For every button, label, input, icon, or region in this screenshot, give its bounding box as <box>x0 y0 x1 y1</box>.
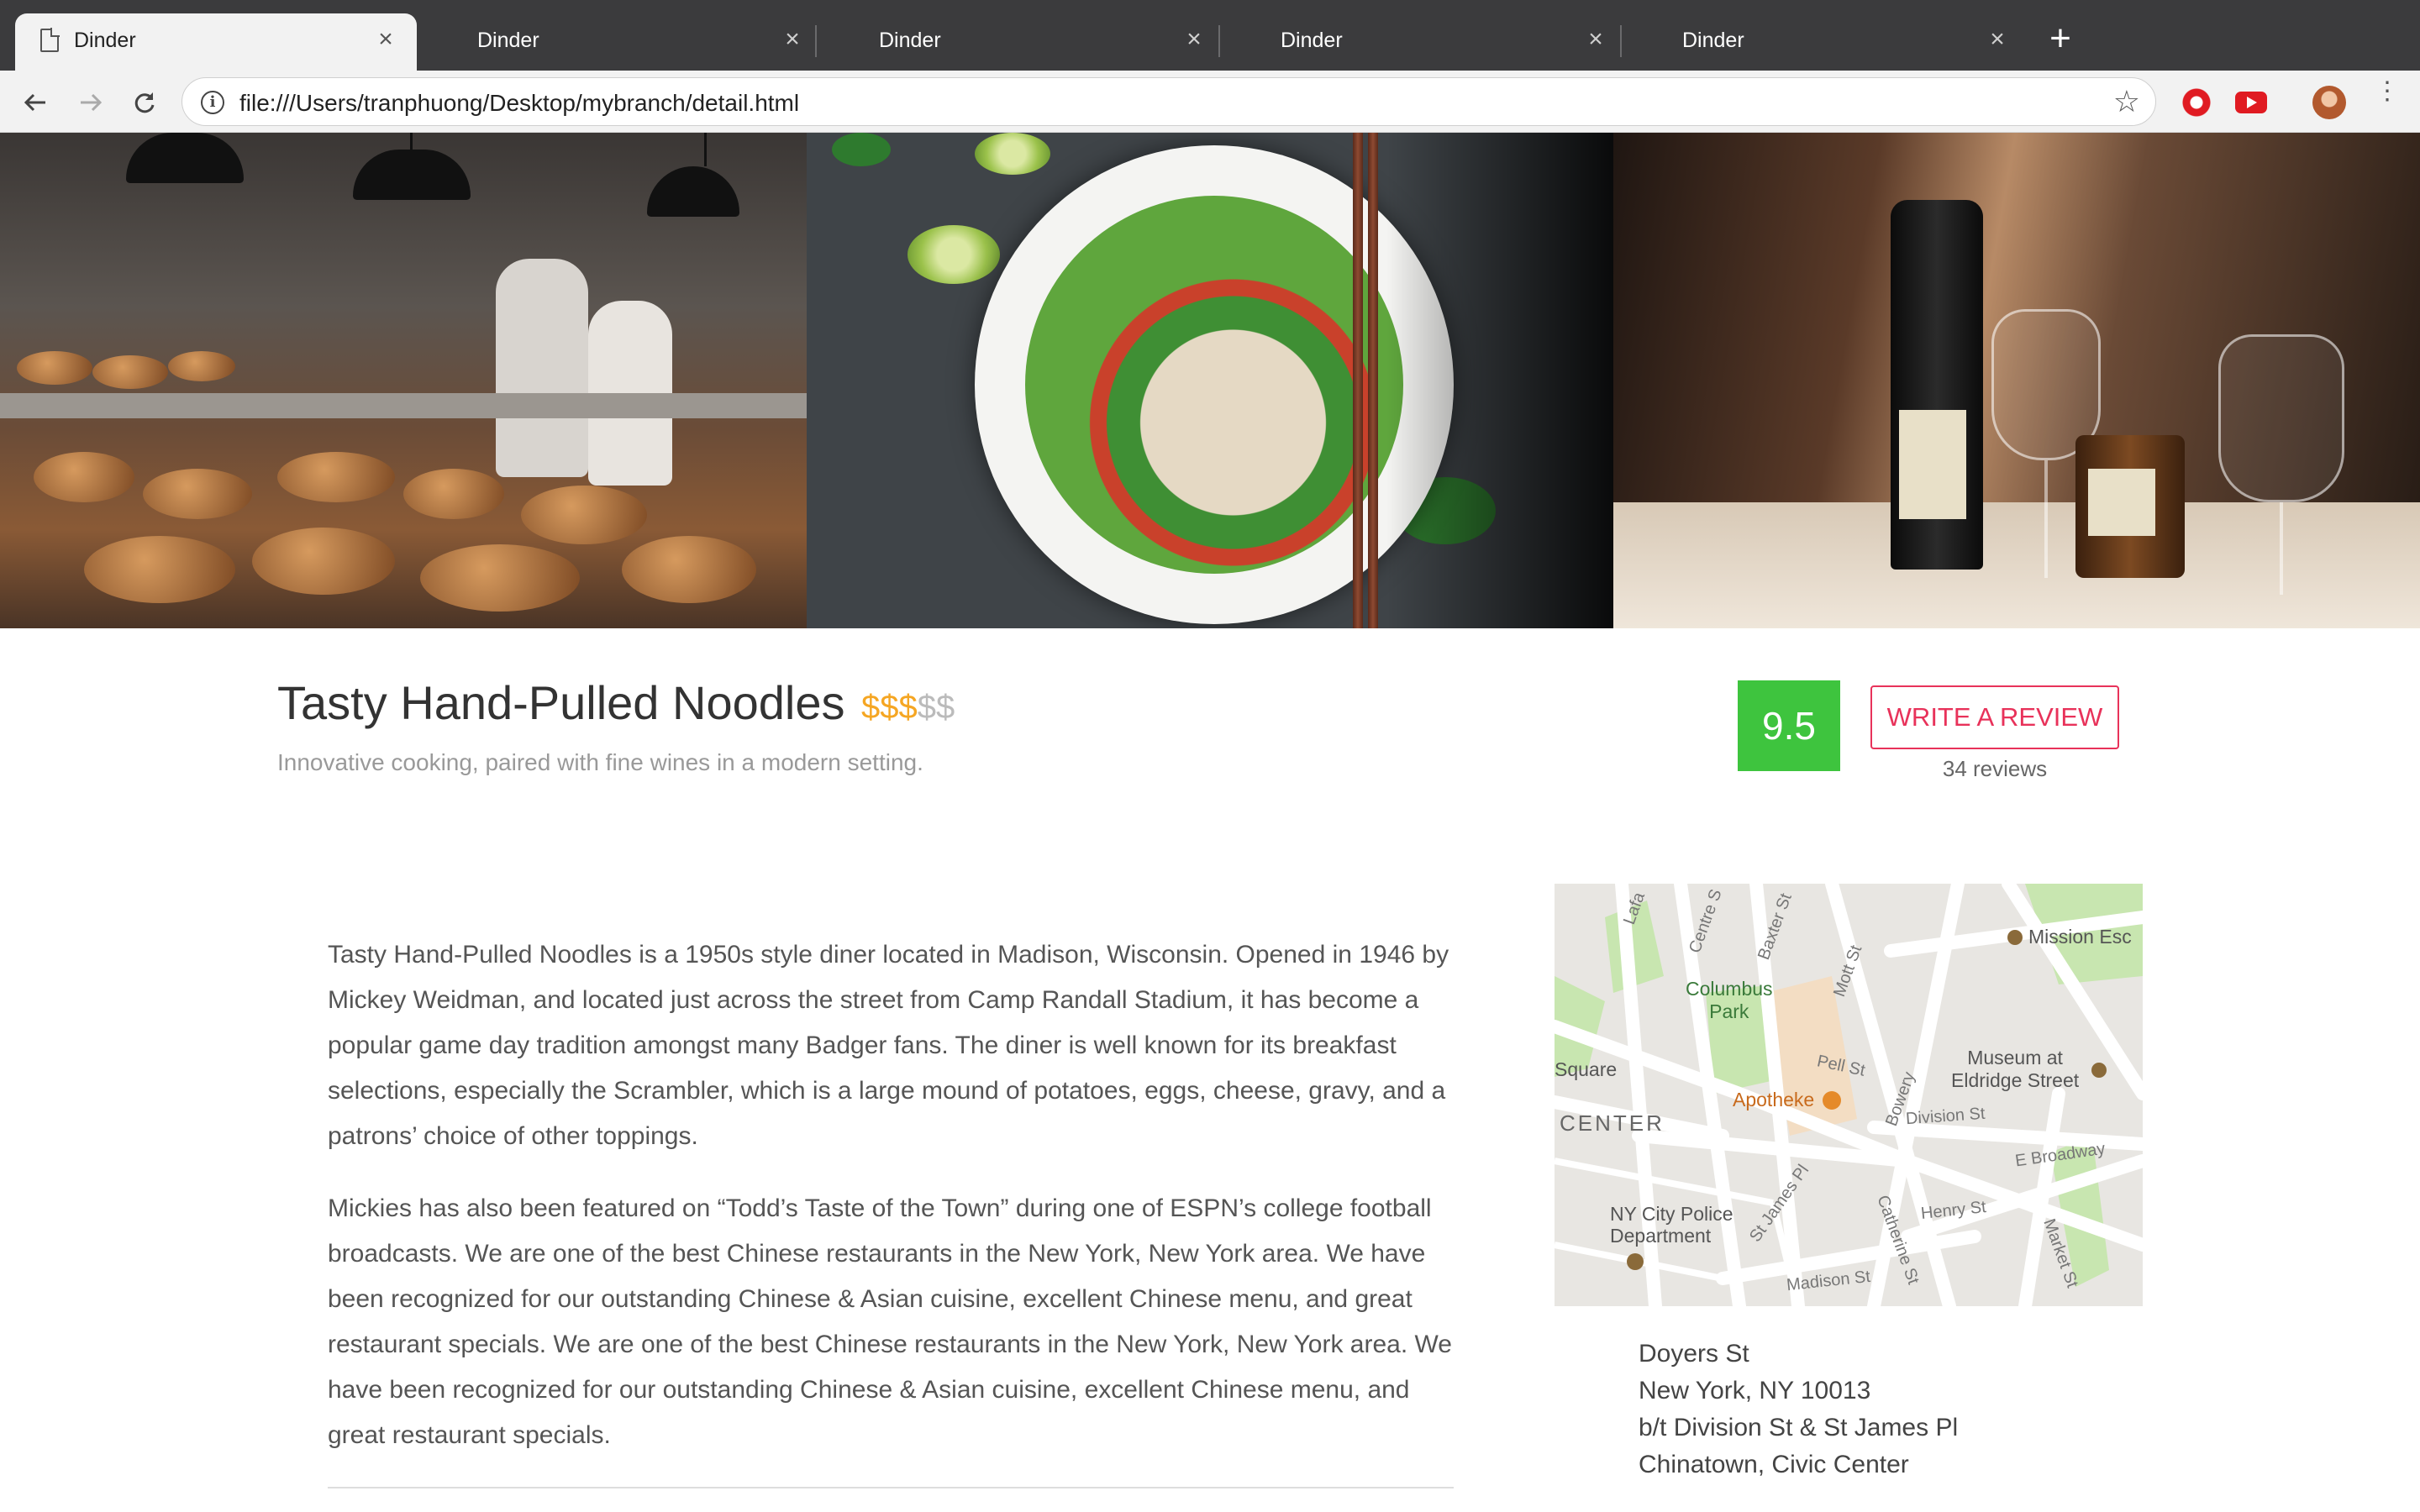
map-label: Apotheke <box>1733 1089 1815 1110</box>
description-paragraph: Tasty Hand-Pulled Noodles is a 1950s sty… <box>328 941 1449 1150</box>
bakery-photo <box>0 133 807 628</box>
address-line: b/t Division St & St James Pl <box>1639 1414 1959 1441</box>
tab-close-icon[interactable]: × <box>1983 25 2012 54</box>
noodle-plate <box>975 145 1454 624</box>
carousel-dot[interactable] <box>1188 721 1201 733</box>
page-icon <box>40 28 60 52</box>
tab-5[interactable]: Dinder × <box>1634 13 2028 71</box>
map-label: Museum at Eldridge Street <box>1951 1047 2080 1091</box>
location-map[interactable]: Lafa Centre S Baxter St Mott St Mission … <box>1555 884 2143 1306</box>
tab-separator <box>815 25 817 57</box>
tab-title: Dinder <box>1682 29 1744 52</box>
description-paragraph: Mickies has also been featured on “Todd’… <box>328 1194 1452 1449</box>
youtube-icon[interactable] <box>2235 92 2267 113</box>
map-label: Columbus Park <box>1686 978 1773 1022</box>
address-line: Doyers St <box>1639 1340 1749 1368</box>
divider <box>328 1487 1454 1488</box>
tab-separator <box>1218 25 1220 57</box>
tab-title: Dinder <box>477 29 539 52</box>
address-block: Doyers St New York, NY 10013 b/t Divisio… <box>1639 1336 1958 1483</box>
tab-4[interactable]: Dinder × <box>1232 13 1627 71</box>
new-tab-button[interactable]: + <box>2044 20 2077 57</box>
reload-button[interactable] <box>126 84 163 121</box>
info-icon[interactable]: i <box>201 91 224 114</box>
hero-carousel <box>0 133 2420 733</box>
reload-icon <box>134 92 155 113</box>
tab-title: Dinder <box>879 29 941 52</box>
tab-close-icon[interactable]: × <box>778 25 807 54</box>
carousel-dot[interactable] <box>1213 721 1225 733</box>
carousel-dots <box>1188 721 1225 733</box>
write-review-button[interactable]: WRITE A REVIEW <box>1870 685 2119 749</box>
bookmark-star-icon[interactable]: ☆ <box>2113 85 2140 118</box>
forward-arrow-icon <box>81 93 103 112</box>
browser-toolbar: i file:///Users/tranphuong/Desktop/mybra… <box>0 71 2420 133</box>
price-active: $$$ <box>861 689 918 726</box>
map-label: NY City Police Department <box>1610 1203 1733 1247</box>
review-count[interactable]: 34 reviews <box>1870 756 2119 782</box>
description: Tasty Hand-Pulled Noodles is a 1950s sty… <box>328 932 1454 1485</box>
restaurant-tagline: Innovative cooking, paired with fine win… <box>277 749 923 775</box>
tab-1[interactable]: Dinder × <box>15 13 417 71</box>
menu-icon[interactable]: ⋮ <box>2375 79 2400 119</box>
url-text[interactable]: file:///Users/tranphuong/Desktop/mybranc… <box>239 90 799 117</box>
tab-3[interactable]: Dinder × <box>830 13 1225 71</box>
wine-table-photo <box>1613 133 2420 628</box>
address-line: Chinatown, Civic Center <box>1639 1451 1909 1478</box>
tab-close-icon[interactable]: × <box>371 25 400 54</box>
address-line: New York, NY 10013 <box>1639 1377 1871 1404</box>
profile-avatar[interactable] <box>2312 86 2346 119</box>
back-button[interactable] <box>17 84 54 121</box>
map-label: CENTER <box>1560 1110 1665 1136</box>
price-inactive: $$ <box>917 689 955 726</box>
opera-icon[interactable] <box>2181 87 2212 118</box>
map-label: Mission Esc <box>2028 926 2132 948</box>
tab-2[interactable]: Dinder × <box>429 13 823 71</box>
back-arrow-icon <box>24 93 45 112</box>
price-level: $$$$$ <box>861 689 955 727</box>
restaurant-name: Tasty Hand-Pulled Noodles <box>277 676 845 729</box>
tab-title: Dinder <box>1281 29 1343 52</box>
score-badge: 9.5 <box>1738 680 1840 771</box>
tab-separator <box>1620 25 1622 57</box>
tab-close-icon[interactable]: × <box>1581 25 1610 54</box>
tab-close-icon[interactable]: × <box>1180 25 1208 54</box>
address-bar[interactable]: i file:///Users/tranphuong/Desktop/mybra… <box>182 77 2156 126</box>
noodle-bowl-photo <box>807 133 1613 628</box>
tab-title: Dinder <box>74 29 136 52</box>
map-label: Square <box>1555 1058 1618 1080</box>
tab-strip: Dinder × Dinder × Dinder × Dinder × Dind… <box>0 0 2420 71</box>
forward-button[interactable] <box>72 84 109 121</box>
